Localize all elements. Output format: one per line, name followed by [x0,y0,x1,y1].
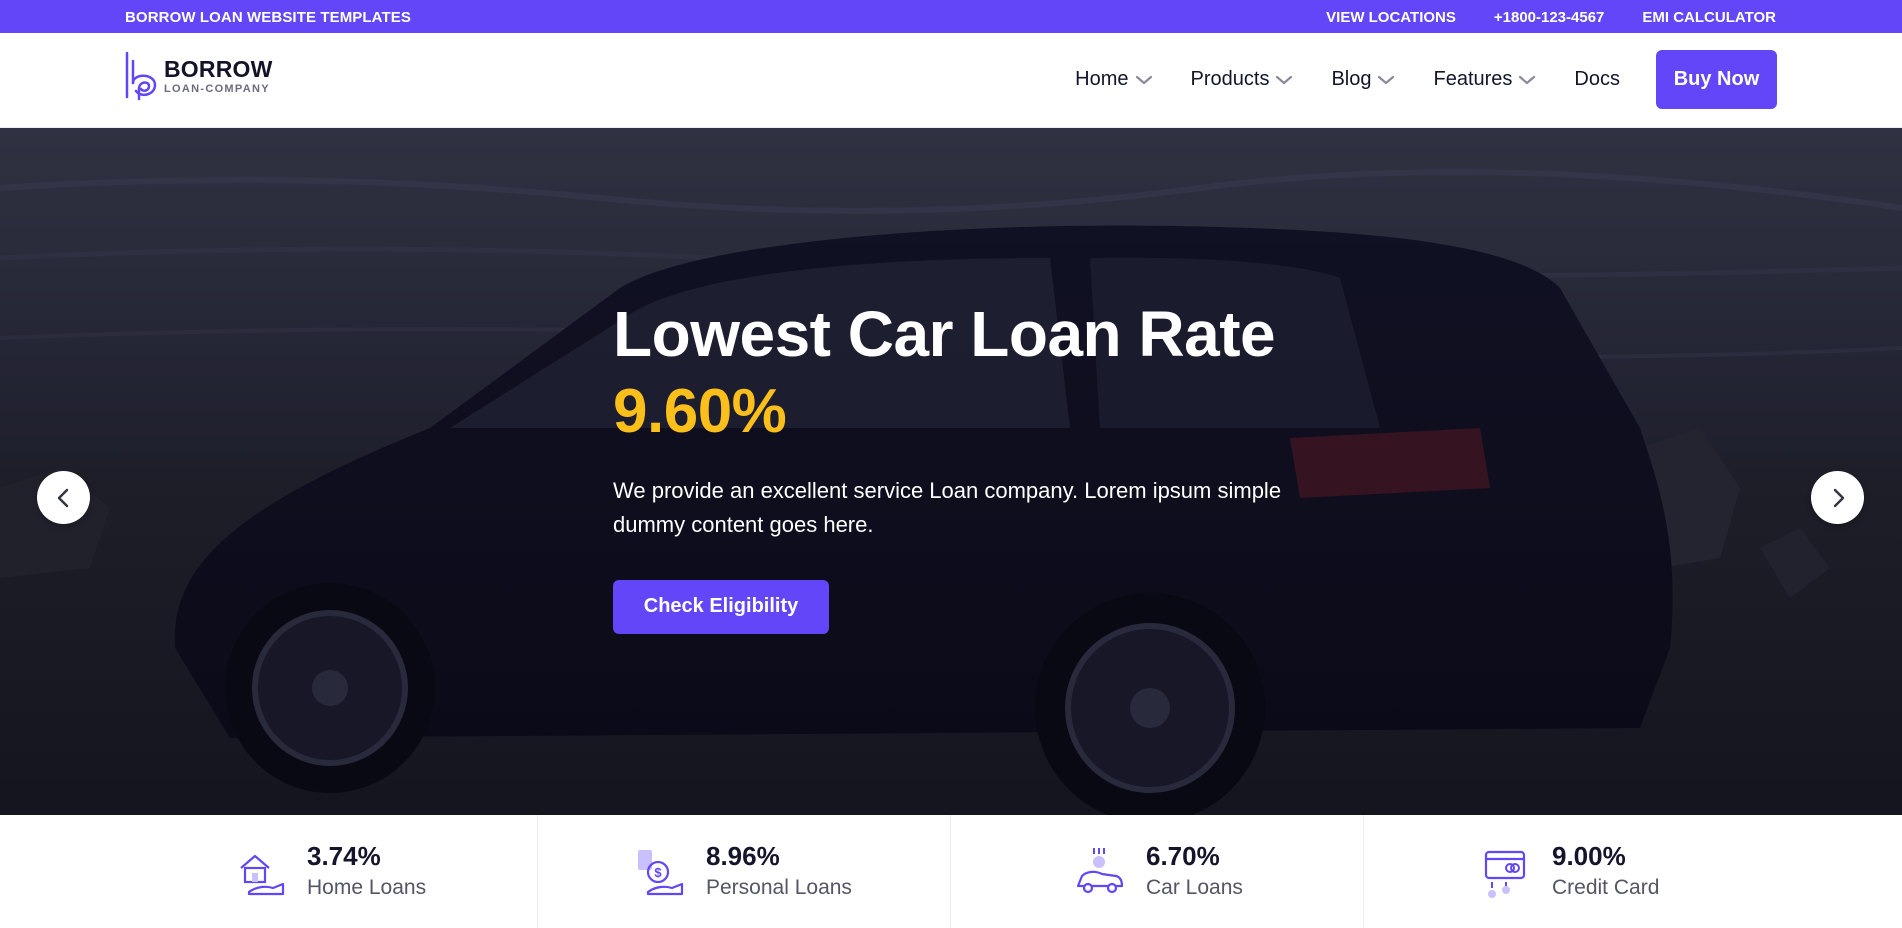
nav-item-docs[interactable]: Docs [1574,68,1620,91]
slider-next-button[interactable] [1811,471,1864,524]
nav-item-features[interactable]: Features [1433,68,1536,91]
logo[interactable]: BORROW LOAN-COMPANY [124,51,273,101]
topbar-links: VIEW LOCATIONS +1800-123-4567 EMI CALCUL… [1326,9,1776,26]
chevron-down-icon [1276,75,1293,84]
rate-value: 8.96% [706,841,780,872]
rate-value: 6.70% [1146,841,1220,872]
credit-card-icon [1478,844,1534,900]
loan-rates-strip: 3.74% Home Loans $ 8.96% Personal Loans [0,815,1902,928]
hero-rate: 9.60% [613,376,787,446]
main-nav: Home Products Blog Features Docs Buy Now [1075,50,1777,109]
chevron-left-icon [57,488,68,507]
top-bar: BORROW LOAN WEBSITE TEMPLATES VIEW LOCAT… [0,0,1902,33]
rate-text: 9.00% Credit Card [1552,841,1659,901]
chevron-down-icon [1135,75,1152,84]
logo-subtitle: LOAN-COMPANY [164,82,270,95]
buy-now-button[interactable]: Buy Now [1656,50,1777,109]
nav-item-label: Features [1433,68,1513,90]
topbar-note: BORROW LOAN WEBSITE TEMPLATES [125,9,411,26]
emi-calculator-link[interactable]: EMI CALCULATOR [1642,9,1776,26]
rate-value: 3.74% [307,841,381,872]
rate-card-credit[interactable]: 9.00% Credit Card [1364,815,1902,928]
rate-label: Personal Loans [706,876,852,900]
slider-prev-button[interactable] [37,471,90,524]
view-locations-link[interactable]: VIEW LOCATIONS [1326,9,1456,26]
car-loan-icon [1072,844,1128,900]
nav-item-label: Docs [1574,68,1620,90]
nav-item-home[interactable]: Home [1075,68,1152,91]
phone-link[interactable]: +1800-123-4567 [1494,9,1605,26]
logo-mark-icon [125,51,157,101]
rate-card-personal[interactable]: $ 8.96% Personal Loans [538,815,951,928]
hero-content: Lowest Car Loan Rate 9.60% We provide an… [613,298,1373,634]
rate-value: 9.00% [1552,841,1626,872]
rate-card-car[interactable]: 6.70% Car Loans [951,815,1364,928]
hero-description: We provide an excellent service Loan com… [613,477,1282,537]
hero-slider: Lowest Car Loan Rate 9.60% We provide an… [0,128,1902,815]
rate-text: 6.70% Car Loans [1146,841,1243,901]
nav-item-blog[interactable]: Blog [1331,68,1395,91]
rate-label: Car Loans [1146,876,1243,900]
chevron-down-icon [1519,75,1536,84]
rate-text: 3.74% Home Loans [307,841,426,901]
logo-name: BORROW [164,55,273,82]
rate-text: 8.96% Personal Loans [706,841,852,901]
hero-title: Lowest Car Loan Rate [613,298,1276,370]
personal-loan-icon: $ [632,844,688,900]
rate-label: Home Loans [307,876,427,900]
chevron-right-icon [1833,488,1844,507]
rate-card-home[interactable]: 3.74% Home Loans [0,815,538,928]
nav-item-label: Blog [1331,68,1372,90]
home-loan-icon [233,844,289,900]
logo-text: BORROW LOAN-COMPANY [164,55,273,95]
svg-text:$: $ [654,865,662,880]
nav-item-label: Products [1190,68,1270,90]
nav-item-label: Home [1075,68,1129,90]
nav-item-products[interactable]: Products [1191,68,1294,91]
rate-label: Credit Card [1552,876,1660,900]
chevron-down-icon [1378,75,1395,84]
check-eligibility-button[interactable]: Check Eligibility [613,579,829,634]
site-header: BORROW LOAN-COMPANY Home Products Blog F… [0,33,1902,128]
